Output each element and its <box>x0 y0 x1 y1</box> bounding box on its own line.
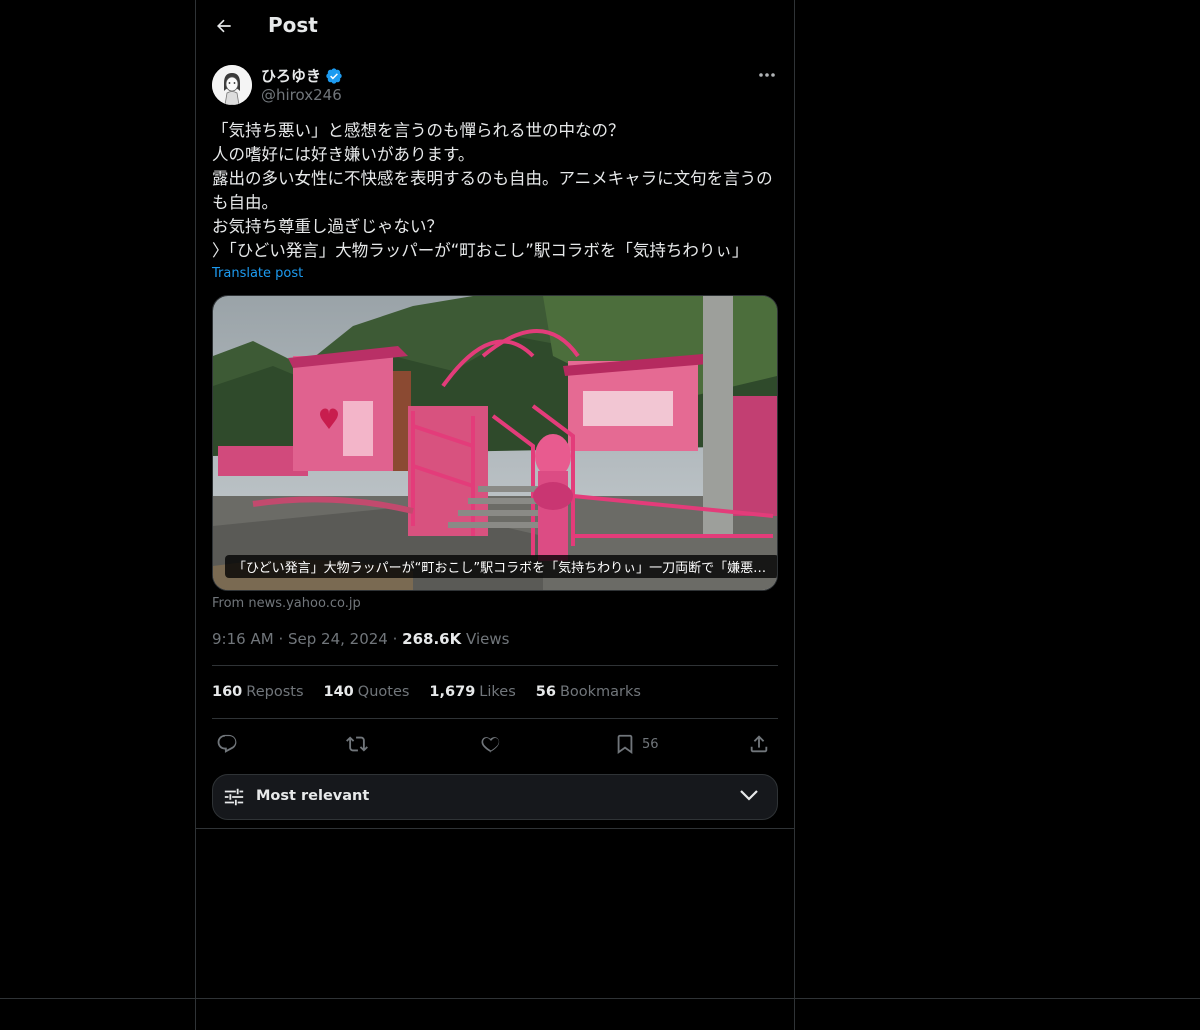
bookmark-icon <box>617 734 633 755</box>
author-name[interactable]: ひろゆき <box>261 65 343 86</box>
link-source[interactable]: From news.yahoo.co.jp <box>212 596 361 611</box>
chevron-down-icon <box>740 790 758 801</box>
views-count: 268.6K <box>402 630 462 648</box>
share-button[interactable] <box>748 730 770 758</box>
divider <box>212 665 778 666</box>
translate-post-link[interactable]: Translate post <box>212 266 303 281</box>
stat-likes[interactable]: 1,679 Likes <box>429 684 515 700</box>
post-header: Post <box>196 0 794 53</box>
author-display-name: ひろゆき <box>261 67 322 85</box>
bookmark-count: 56 <box>642 736 659 752</box>
repost-button[interactable] <box>346 730 368 758</box>
stat-reposts[interactable]: 160 Reposts <box>212 684 304 700</box>
author-handle[interactable]: @hirox246 <box>261 86 342 104</box>
link-card-image[interactable]: 「ひどい発言」大物ラッパーが“町おこし”駅コラボを「気持ちわりぃ」一刀両断で「嫌… <box>212 295 778 591</box>
stat-quotes[interactable]: 140 Quotes <box>324 684 410 700</box>
post-actions: 56 <box>212 730 778 758</box>
stat-bookmarks[interactable]: 56 Bookmarks <box>536 684 641 700</box>
verified-badge-icon <box>326 67 342 84</box>
divider <box>212 718 778 719</box>
avatar[interactable] <box>212 65 252 105</box>
post-text: 「気持ち悪い」と感想を言うのも憚られる世の中なの？ 人の嗜好には好き嫌いがありま… <box>212 121 773 260</box>
page: Post ひろゆき @hirox246 「気持ち悪い」と感想を言うのも憚られる世… <box>0 0 1200 1030</box>
post-date[interactable]: Sep 24, 2024 <box>288 630 388 648</box>
bottom-divider <box>0 998 1200 999</box>
station-photo <box>213 296 777 590</box>
main-column: Post ひろゆき @hirox246 「気持ち悪い」と感想を言うのも憚られる世… <box>195 0 795 1030</box>
bookmark-button[interactable]: 56 <box>614 730 659 758</box>
page-title: Post <box>268 13 318 37</box>
meta-separator: · <box>392 630 403 648</box>
divider <box>196 828 794 829</box>
like-icon <box>481 737 500 753</box>
link-card-caption: 「ひどい発言」大物ラッパーが“町おこし”駅コラボを「気持ちわりぃ」一刀両断で「嫌… <box>225 555 777 578</box>
more-dots-icon <box>759 73 775 77</box>
reply-icon <box>217 734 237 753</box>
sort-sliders-icon <box>224 788 244 806</box>
post-stats: 160 Reposts 140 Quotes 1,679 Likes 56 Bookma… <box>212 684 641 700</box>
repost-icon <box>346 736 368 752</box>
views-label: Views <box>466 630 510 648</box>
author-row: ひろゆき @hirox246 <box>212 65 778 107</box>
back-button[interactable] <box>210 12 238 40</box>
like-button[interactable] <box>480 730 502 758</box>
post-time[interactable]: 9:16 AM <box>212 630 274 648</box>
meta-separator: · <box>278 630 288 648</box>
post-meta: 9:16 AM · Sep 24, 2024 · 268.6K Views <box>212 630 509 648</box>
sort-label: Most relevant <box>256 788 370 804</box>
arrow-left-icon <box>217 19 231 33</box>
reply-sort-dropdown[interactable]: Most relevant <box>212 774 778 820</box>
avatar-illustration <box>212 65 252 105</box>
more-options-button[interactable] <box>756 65 778 85</box>
reply-button[interactable] <box>216 730 238 758</box>
share-icon <box>750 735 768 753</box>
